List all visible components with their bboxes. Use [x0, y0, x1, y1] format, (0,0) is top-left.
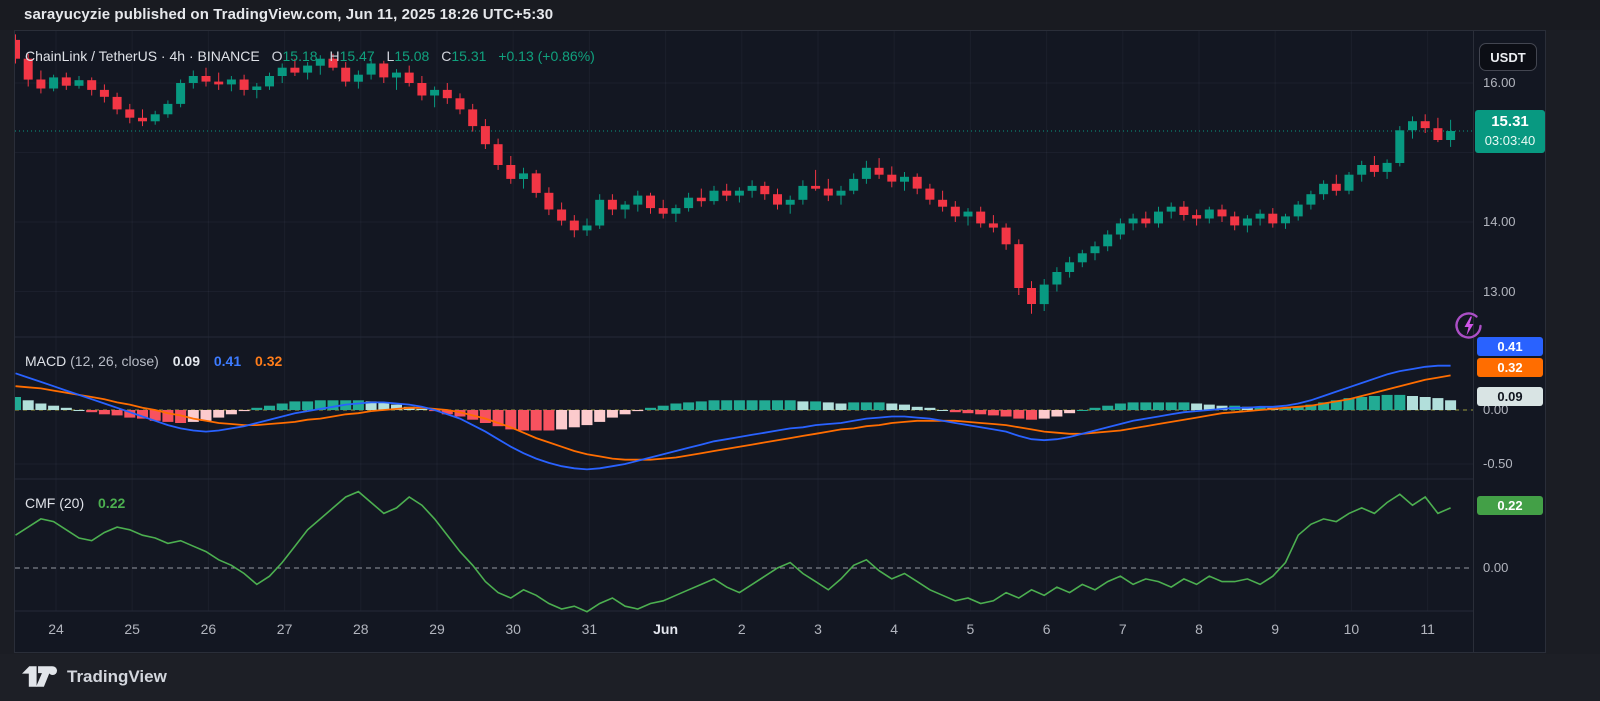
- macd-scale-label: -0.50: [1483, 456, 1543, 471]
- macd-hist-tag: 0.09: [1477, 387, 1543, 406]
- cmf-legend[interactable]: CMF (20) 0.22: [25, 495, 125, 511]
- cmf-value-tag: 0.22: [1477, 496, 1543, 515]
- tradingview-brand-text: TradingView: [67, 667, 167, 687]
- open-value: 15.18: [283, 48, 318, 64]
- macd-params: (12, 26, close): [70, 353, 159, 369]
- time-axis-label: 3: [814, 621, 822, 637]
- macd-line-value: 0.41: [214, 353, 241, 369]
- footer-bar: TradingView: [0, 654, 1600, 701]
- macd-signal-value: 0.32: [255, 353, 282, 369]
- time-axis-label: 30: [505, 621, 521, 637]
- tradingview-snapshot: sarayucyzie published on TradingView.com…: [0, 0, 1600, 701]
- change-value: +0.13 (+0.86%): [498, 48, 595, 64]
- time-axis-label: 11: [1420, 621, 1435, 637]
- tradingview-logo-icon: [22, 666, 58, 688]
- macd-hist-value: 0.09: [173, 353, 200, 369]
- time-axis-label: 6: [1043, 621, 1051, 637]
- low-value: 15.08: [394, 48, 429, 64]
- time-axis-label: 25: [124, 621, 140, 637]
- symbol-title: ChainLink / TetherUS · 4h · BINANCE: [25, 48, 260, 64]
- time-axis-label: 9: [1271, 621, 1279, 637]
- time-axis-label: 31: [582, 621, 598, 637]
- time-axis-label: 8: [1195, 621, 1203, 637]
- symbol-legend[interactable]: ChainLink / TetherUS · 4h · BINANCE O15.…: [25, 48, 595, 64]
- currency-toggle-button[interactable]: USDT: [1479, 43, 1537, 71]
- cmf-value: 0.22: [98, 495, 125, 511]
- bar-countdown: 03:03:40: [1475, 131, 1545, 150]
- high-value: 15.47: [340, 48, 375, 64]
- cmf-scale-label: 0.00: [1483, 560, 1543, 575]
- macd-signal-tag: 0.32: [1477, 358, 1543, 377]
- macd-title: MACD: [25, 353, 66, 369]
- close-label: C: [441, 48, 451, 64]
- time-axis-label: Jun: [653, 621, 678, 637]
- time-axis-label: 5: [966, 621, 974, 637]
- close-value: 15.31: [451, 48, 486, 64]
- attribution-text: sarayucyzie published on TradingView.com…: [24, 6, 553, 23]
- time-axis[interactable]: 24 25 26 27 28 29 30 31 Jun 2 3 4 5 6 7 8 9 10 11: [15, 611, 1473, 652]
- time-axis-label: 28: [353, 621, 369, 637]
- macd-legend[interactable]: MACD (12, 26, close) 0.09 0.41 0.32: [25, 353, 282, 369]
- time-axis-label: 24: [48, 621, 64, 637]
- last-price-value: 15.31: [1491, 113, 1529, 130]
- last-price-tag: 15.31 03:03:40: [1475, 110, 1545, 153]
- price-scale-label: 13.00: [1483, 284, 1543, 299]
- macd-line-tag: 0.41: [1477, 337, 1543, 356]
- open-label: O: [272, 48, 283, 64]
- cmf-title: CMF (20): [25, 495, 84, 511]
- time-axis-label: 27: [277, 621, 293, 637]
- time-axis-label: 4: [890, 621, 898, 637]
- time-axis-label: 10: [1344, 621, 1360, 637]
- time-axis-label: 29: [429, 621, 445, 637]
- price-scale-label: 14.00: [1483, 214, 1543, 229]
- time-axis-label: 2: [738, 621, 746, 637]
- attribution-bar: sarayucyzie published on TradingView.com…: [0, 0, 1600, 30]
- high-label: H: [329, 48, 339, 64]
- chart-container: ChainLink / TetherUS · 4h · BINANCE O15.…: [14, 30, 1546, 653]
- quick-action-lightning-icon[interactable]: [1453, 310, 1485, 342]
- time-axis-label: 7: [1119, 621, 1127, 637]
- chart-plot[interactable]: [15, 31, 1473, 652]
- time-axis-label: 26: [201, 621, 217, 637]
- price-scale-label: 16.00: [1483, 75, 1543, 90]
